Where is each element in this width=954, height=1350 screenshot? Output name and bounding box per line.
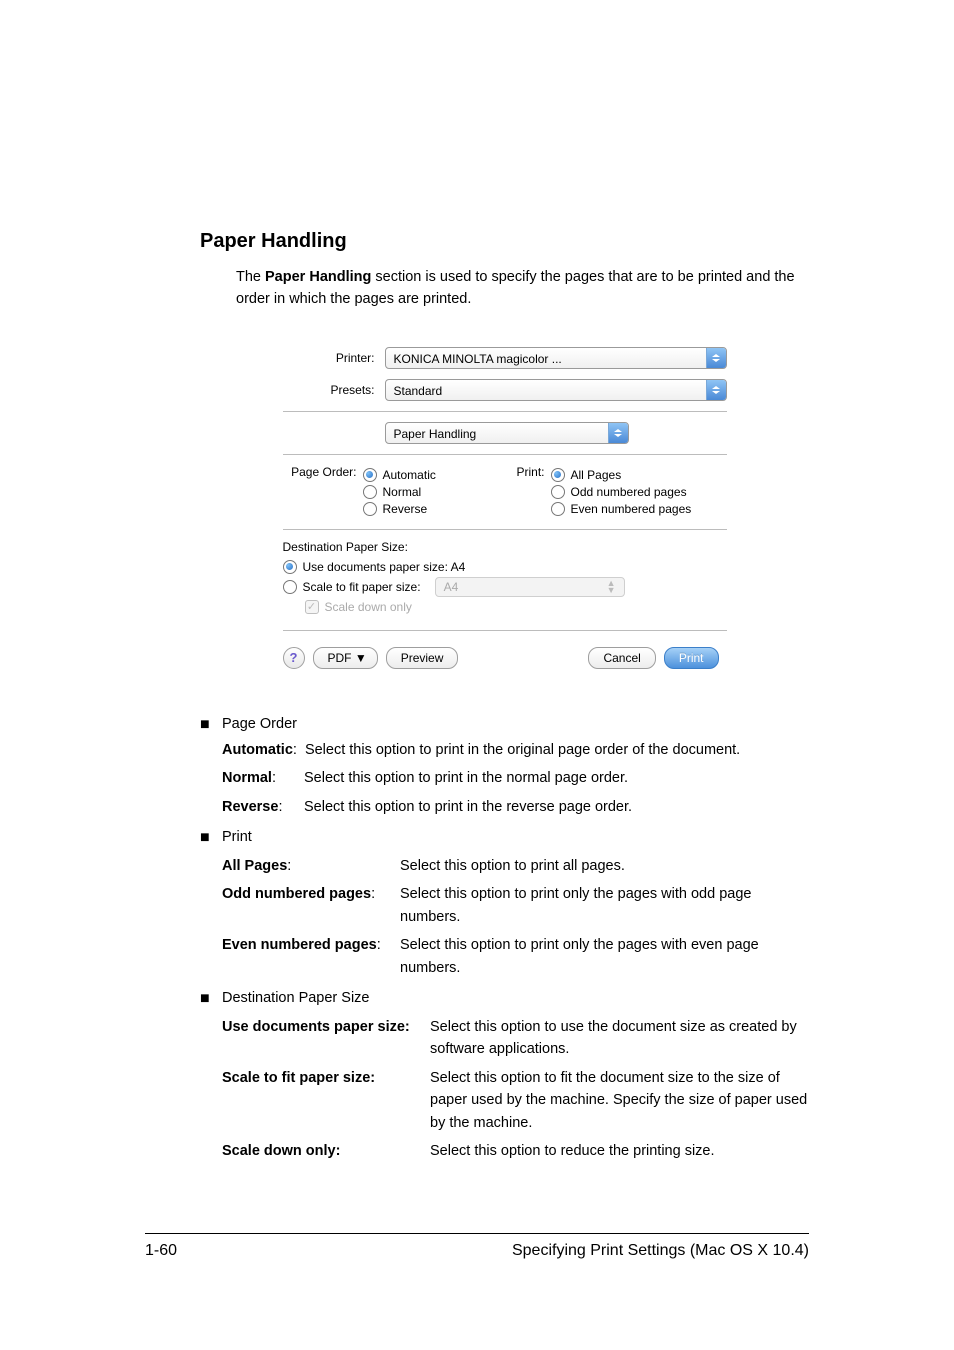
scale-paper-size-value: A4 bbox=[444, 580, 459, 594]
printer-select[interactable]: KONICA MINOLTA magicolor ... bbox=[385, 347, 727, 369]
def-body: Select this option to print all pages. bbox=[400, 855, 809, 877]
def-body: Select this option to print in the origi… bbox=[305, 739, 809, 761]
page-order-radio-automatic[interactable]: Automatic bbox=[363, 468, 436, 482]
radio-label: Even numbered pages bbox=[571, 502, 692, 516]
def-body: Select this option to reduce the printin… bbox=[430, 1140, 809, 1162]
dest-radio-scale-to-fit[interactable]: Scale to fit paper size: A4 ▲▼ bbox=[283, 577, 727, 597]
radio-label: All Pages bbox=[571, 468, 622, 482]
print-dialog: Printer: KONICA MINOLTA magicolor ... Pr… bbox=[265, 331, 745, 683]
def-term: Use documents paper size bbox=[222, 1019, 405, 1035]
page-order-label: Page Order: bbox=[283, 465, 357, 519]
intro-paragraph: The Paper Handling section is used to sp… bbox=[236, 267, 809, 311]
intro-text-bold: Paper Handling bbox=[265, 269, 371, 285]
def-body: Select this option to print in the norma… bbox=[304, 767, 809, 789]
def-body: Select this option to fit the document s… bbox=[430, 1067, 809, 1134]
bullet-title: Destination Paper Size bbox=[222, 987, 809, 1009]
radio-label: Scale to fit paper size: bbox=[303, 580, 421, 594]
checkbox-label: Scale down only bbox=[325, 600, 412, 614]
print-radio-even[interactable]: Even numbered pages bbox=[551, 502, 692, 516]
def-term: Even numbered pages bbox=[222, 937, 377, 953]
section-select-value: Paper Handling bbox=[386, 423, 608, 443]
def-term: Normal bbox=[222, 770, 272, 786]
presets-label: Presets: bbox=[283, 383, 375, 397]
def-term: Odd numbered pages bbox=[222, 886, 371, 902]
def-body: Select this option to print only the pag… bbox=[400, 934, 809, 979]
divider bbox=[283, 454, 727, 455]
dropdown-arrow-icon bbox=[706, 380, 726, 400]
def-body: Select this option to print only the pag… bbox=[400, 883, 809, 928]
presets-select-value: Standard bbox=[386, 380, 706, 400]
bullet-icon: ■ bbox=[200, 987, 222, 1162]
printer-label: Printer: bbox=[283, 351, 375, 365]
pdf-button[interactable]: PDF ▼ bbox=[313, 647, 378, 669]
radio-label: Automatic bbox=[383, 468, 436, 482]
section-heading: Paper Handling bbox=[200, 230, 809, 253]
scale-down-only-checkbox: Scale down only bbox=[305, 600, 727, 614]
print-radio-all[interactable]: All Pages bbox=[551, 468, 692, 482]
def-body: Select this option to use the document s… bbox=[430, 1016, 809, 1061]
preview-button[interactable]: Preview bbox=[386, 647, 459, 669]
page-number: 1-60 bbox=[145, 1242, 177, 1260]
divider bbox=[283, 411, 727, 412]
dropdown-arrow-icon bbox=[706, 348, 726, 368]
section-select[interactable]: Paper Handling bbox=[385, 422, 629, 444]
intro-text-prefix: The bbox=[236, 269, 265, 285]
def-term: All Pages bbox=[222, 858, 287, 874]
def-body: Select this option to print in the rever… bbox=[304, 796, 809, 818]
dropdown-arrow-icon bbox=[608, 423, 628, 443]
printer-select-value: KONICA MINOLTA magicolor ... bbox=[386, 348, 706, 368]
print-radio-odd[interactable]: Odd numbered pages bbox=[551, 485, 692, 499]
def-term: Scale to fit paper size bbox=[222, 1070, 370, 1086]
bullet-icon: ■ bbox=[200, 826, 222, 979]
footer-title: Specifying Print Settings (Mac OS X 10.4… bbox=[512, 1242, 809, 1260]
print-button[interactable]: Print bbox=[664, 647, 719, 669]
bullet-icon: ■ bbox=[200, 713, 222, 819]
presets-select[interactable]: Standard bbox=[385, 379, 727, 401]
def-term: Automatic bbox=[222, 742, 293, 758]
radio-label: Odd numbered pages bbox=[571, 485, 687, 499]
scale-paper-size-select: A4 ▲▼ bbox=[435, 577, 625, 597]
bullet-title: Print bbox=[222, 826, 809, 848]
cancel-button[interactable]: Cancel bbox=[588, 647, 655, 669]
help-button[interactable]: ? bbox=[283, 647, 305, 669]
radio-label: Reverse bbox=[383, 502, 428, 516]
checkbox-icon bbox=[305, 600, 319, 614]
page-order-radio-normal[interactable]: Normal bbox=[363, 485, 436, 499]
radio-label: Normal bbox=[383, 485, 422, 499]
def-term: Reverse bbox=[222, 799, 278, 815]
radio-label: Use documents paper size: A4 bbox=[303, 560, 466, 574]
print-label: Print: bbox=[505, 465, 545, 519]
divider bbox=[283, 529, 727, 530]
def-term: Scale down only bbox=[222, 1143, 336, 1159]
page-order-radio-reverse[interactable]: Reverse bbox=[363, 502, 436, 516]
dropdown-arrow-icon: ▲▼ bbox=[607, 580, 616, 594]
divider bbox=[283, 630, 727, 631]
bullet-title: Page Order bbox=[222, 713, 809, 735]
dest-radio-use-documents[interactable]: Use documents paper size: A4 bbox=[283, 560, 727, 574]
destination-paper-size-label: Destination Paper Size: bbox=[283, 540, 727, 554]
